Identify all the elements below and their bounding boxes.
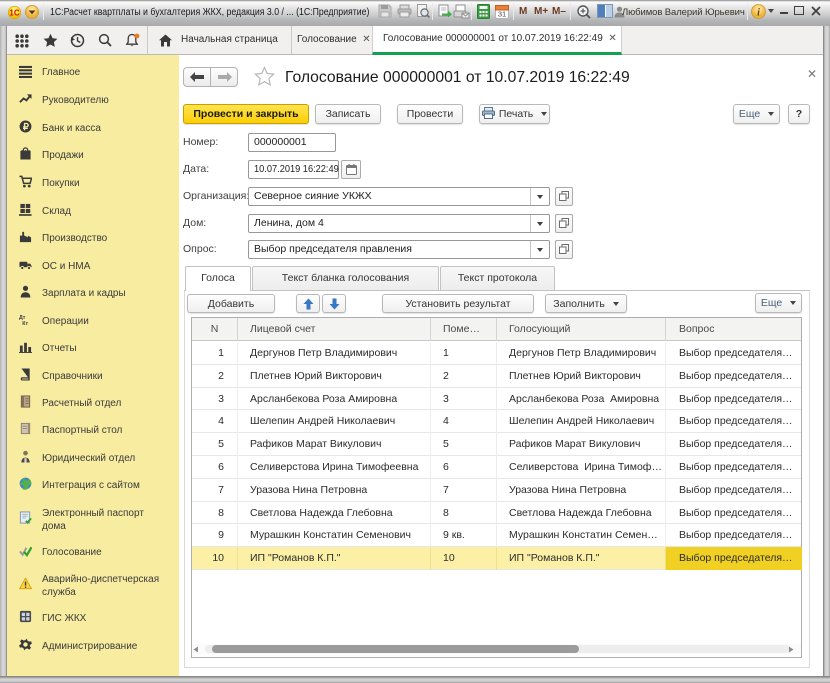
svg-text:i: i [757,8,760,19]
svg-text:Кт: Кт [22,321,28,326]
svg-text:₽: ₽ [23,122,29,132]
svg-text:1C: 1C [9,9,19,18]
svg-text:31: 31 [498,10,506,19]
